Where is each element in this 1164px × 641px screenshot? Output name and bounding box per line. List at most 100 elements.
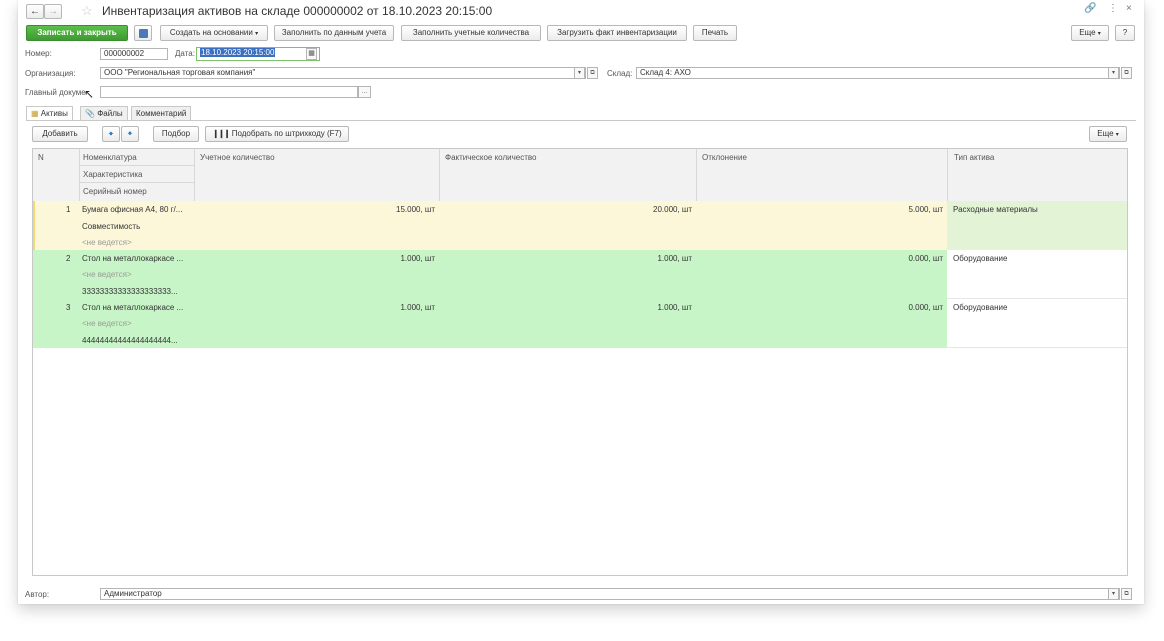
author-field[interactable]: Администратор — [100, 588, 1120, 600]
calendar-button[interactable]: ▦ — [306, 48, 317, 60]
deviation-cell[interactable]: 0.000, шт — [843, 254, 943, 263]
arrow-down-icon: 🠻 — [127, 129, 133, 138]
deviation-cell[interactable]: 0.000, шт — [843, 303, 943, 312]
pick-barcode-label: Подобрать по штрихкоду (F7) — [231, 129, 342, 138]
table-row[interactable]: 1 Бумага офисная А4, 80 г/... Совместимо… — [33, 201, 1127, 250]
header-actual-qty[interactable]: Фактическое количество — [445, 153, 536, 162]
main-document-select-button[interactable]: … — [358, 86, 371, 98]
nomenclature-cell[interactable]: Бумага офисная А4, 80 г/... — [82, 205, 182, 214]
actual-qty-cell[interactable]: 20.000, шт — [592, 205, 692, 214]
tab-assets[interactable]: ▦ Активы — [26, 106, 73, 121]
serial-cell[interactable]: 44444444444444444444... — [82, 336, 178, 345]
row-number: 2 — [66, 254, 71, 263]
warehouse-dropdown[interactable]: ▾ — [1108, 67, 1119, 79]
save-and-close-button[interactable]: Записать и закрыть — [26, 25, 128, 41]
link-icon[interactable]: 🔗 — [1084, 3, 1096, 14]
menu-dots-icon[interactable]: ⋮ — [1108, 3, 1118, 14]
column-divider — [79, 149, 80, 201]
characteristic-cell[interactable]: Совместимость — [82, 222, 140, 231]
warehouse-field[interactable]: Склад 4: АХО — [636, 67, 1120, 79]
barcode-icon: ❙❙❙ — [212, 129, 230, 138]
serial-cell[interactable]: <не ведется> — [82, 238, 132, 247]
deviation-cell[interactable]: 5.000, шт — [843, 205, 943, 214]
number-label: Номер: — [25, 49, 52, 58]
tab-files[interactable]: 📎 Файлы — [80, 106, 128, 120]
main-document-label: Главный докуме — [25, 88, 86, 97]
nomenclature-cell[interactable]: Стол на металлокаркасе ... — [82, 303, 183, 312]
asset-type-cell[interactable]: Расходные материалы — [953, 205, 1038, 214]
arrow-up-icon: 🠹 — [108, 129, 114, 138]
chevron-down-icon: ▾ — [1111, 591, 1115, 597]
header-serial-cell[interactable]: Серийный номер — [80, 183, 194, 199]
tab-comment-label: Комментарий — [136, 109, 187, 118]
pick-button[interactable]: Подбор — [153, 126, 199, 142]
open-link-icon: ⧉ — [1124, 70, 1129, 76]
tab-divider — [26, 120, 1136, 121]
star-icon[interactable]: ☆ — [81, 3, 93, 19]
header-characteristic-cell[interactable]: Характеристика — [80, 166, 194, 183]
table-header: N Номенклатура Характеристика Серийный н… — [33, 149, 1127, 202]
organization-dropdown[interactable]: ▾ — [574, 67, 585, 79]
accounting-qty-cell[interactable]: 1.000, шт — [335, 303, 435, 312]
organization-open-button[interactable]: ⧉ — [587, 67, 598, 79]
accounting-qty-cell[interactable]: 1.000, шт — [335, 254, 435, 263]
header-nomenclature-cell[interactable]: Номенклатура — [80, 149, 194, 166]
warehouse-open-button[interactable]: ⧉ — [1121, 67, 1132, 79]
calendar-icon: ▦ — [308, 50, 315, 57]
row-number: 3 — [66, 303, 71, 312]
warehouse-label: Склад: — [607, 69, 633, 78]
asset-type-cell[interactable]: Оборудование — [953, 254, 1007, 263]
tab-files-label: Файлы — [97, 109, 123, 118]
author-dropdown[interactable]: ▾ — [1108, 588, 1119, 600]
open-link-icon: ⧉ — [590, 70, 595, 76]
floppy-disk-icon — [138, 29, 148, 38]
create-based-button[interactable]: Создать на основании ▾ — [160, 25, 268, 41]
table-row[interactable]: 2 Стол на металлокаркасе ... <не ведется… — [33, 250, 1127, 299]
organization-label: Организация: — [25, 69, 76, 78]
open-link-icon: ⧉ — [1124, 591, 1129, 597]
document-window: ← → ☆ Инвентаризация активов на складе 0… — [18, 0, 1144, 604]
forward-button[interactable]: → — [44, 4, 62, 19]
tab-comment[interactable]: Комментарий — [131, 106, 192, 120]
more-button[interactable]: Еще ▾ — [1071, 25, 1109, 41]
date-label: Дата: — [175, 49, 195, 58]
header-accounting-qty[interactable]: Учетное количество — [200, 153, 275, 162]
characteristic-cell[interactable]: <не ведется> — [82, 319, 132, 328]
serial-cell[interactable]: 33333333333333333333... — [82, 287, 178, 296]
date-field[interactable]: 18.10.2023 20:15:00 — [196, 47, 320, 61]
actual-qty-cell[interactable]: 1.000, шт — [592, 254, 692, 263]
print-button[interactable]: Печать — [693, 25, 737, 41]
number-field[interactable]: 000000002 — [100, 48, 168, 60]
assets-table[interactable]: N Номенклатура Характеристика Серийный н… — [32, 148, 1128, 576]
row-number: 1 — [66, 205, 71, 214]
table-more-button[interactable]: Еще ▾ — [1089, 126, 1127, 142]
table-icon: ▦ — [31, 109, 39, 118]
load-fact-button[interactable]: Загрузить факт инвентаризации — [547, 25, 687, 41]
characteristic-cell[interactable]: <не ведется> — [82, 270, 132, 279]
close-icon[interactable]: × — [1126, 3, 1132, 14]
back-button[interactable]: ← — [26, 4, 44, 19]
chevron-down-icon: ▾ — [1111, 70, 1115, 76]
pick-barcode-button[interactable]: ❙❙❙ Подобрать по штрихкоду (F7) — [205, 126, 349, 142]
main-document-field[interactable] — [100, 86, 358, 98]
organization-field[interactable]: ООО "Региональная торговая компания" — [100, 67, 586, 79]
fill-quantities-button[interactable]: Заполнить учетные количества — [401, 25, 541, 41]
accounting-qty-cell[interactable]: 15.000, шт — [335, 205, 435, 214]
actual-qty-cell[interactable]: 1.000, шт — [592, 303, 692, 312]
author-open-button[interactable]: ⧉ — [1121, 588, 1132, 600]
row-marker — [33, 201, 35, 250]
fill-accounting-button[interactable]: Заполнить по данным учета — [274, 25, 394, 41]
table-row[interactable]: 3 Стол на металлокаркасе ... <не ведется… — [33, 299, 1127, 348]
move-down-button[interactable]: 🠻 — [121, 126, 139, 142]
move-up-button[interactable]: 🠹 — [102, 126, 120, 142]
header-n[interactable]: N — [38, 153, 44, 162]
header-asset-type[interactable]: Тип актива — [954, 153, 994, 162]
more-label: Еще — [1079, 28, 1096, 37]
help-button[interactable]: ? — [1115, 25, 1135, 41]
row-separator — [947, 347, 1127, 348]
save-button[interactable] — [134, 25, 152, 41]
add-row-button[interactable]: Добавить — [32, 126, 88, 142]
header-deviation[interactable]: Отклонение — [702, 153, 747, 162]
nomenclature-cell[interactable]: Стол на металлокаркасе ... — [82, 254, 183, 263]
asset-type-cell[interactable]: Оборудование — [953, 303, 1007, 312]
